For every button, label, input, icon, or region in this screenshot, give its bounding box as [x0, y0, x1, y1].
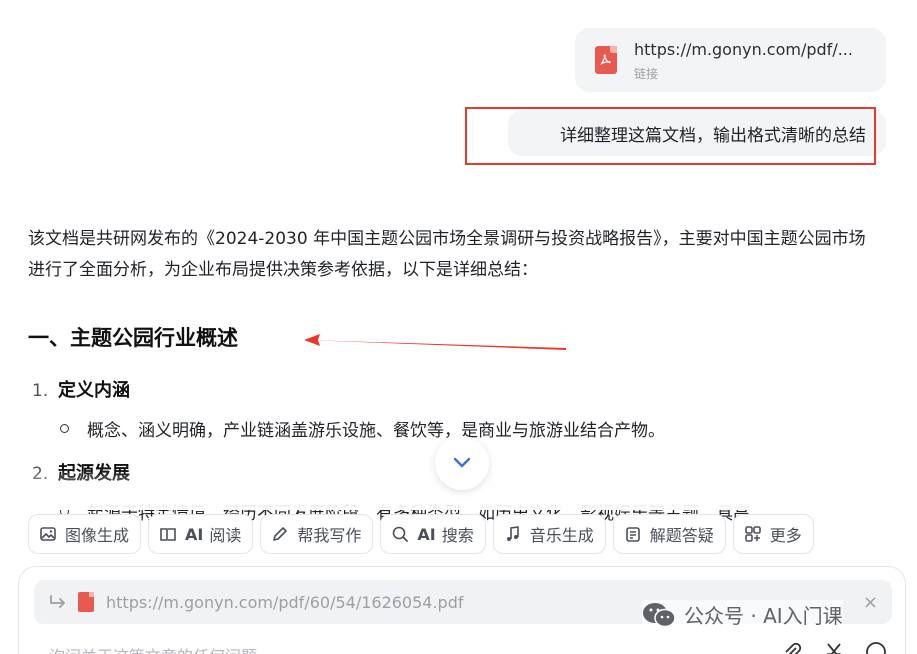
pen-icon [273, 527, 288, 541]
pdf-file-icon [78, 592, 94, 612]
watermark-text: 公众号 · AI入门课 [684, 604, 843, 628]
bullet-icon [60, 424, 69, 433]
music-gen-button[interactable]: 音乐生成 [492, 514, 606, 554]
image-gen-icon [40, 527, 56, 541]
bullet-text: 概念、涵义明确，产业链涵盖游乐设施、餐饮等，是商业与旅游业结合产物。 [87, 421, 665, 441]
list-item: 1. 定义内涵 [28, 376, 878, 402]
ai-read-icon [160, 528, 176, 541]
list-number: 1. [32, 381, 49, 401]
link-url: https://m.gonyn.com/pdf/... [634, 39, 853, 59]
red-highlight-box [465, 107, 876, 165]
pdf-file-icon [595, 46, 617, 74]
solve-icon [625, 527, 640, 542]
answer-intro: 该文档是共研网发布的《2024-2030 年中国主题公园市场全景调研与投资战略报… [28, 229, 866, 280]
writing-button[interactable]: 帮我写作 [260, 514, 374, 554]
list-item-title: 定义内涵 [58, 380, 130, 401]
quick-actions-toolbar: 图像生成 AI 阅读 帮我写作 AI 搜索 音乐生成 解题答疑 更多 [28, 514, 814, 554]
music-icon [506, 526, 519, 541]
ai-search-icon [393, 526, 409, 542]
link-subtitle: 链接 [634, 66, 659, 81]
more-icon [744, 526, 761, 542]
red-arrow-annotation [304, 334, 566, 350]
more-button[interactable]: 更多 [732, 514, 814, 554]
close-icon[interactable]: × [863, 592, 878, 613]
send-icon[interactable] [865, 641, 887, 654]
reply-arrow-icon [50, 595, 65, 608]
wechat-watermark: 公众号 · AI入门课 [642, 600, 843, 629]
ai-search-button[interactable]: AI 搜索 [380, 514, 486, 554]
image-gen-button[interactable]: 图像生成 [28, 514, 142, 554]
chevron-down-icon [453, 457, 471, 468]
composer-tools [781, 641, 887, 654]
attach-icon[interactable] [781, 641, 803, 654]
ai-read-button[interactable]: AI 阅读 [148, 514, 254, 554]
link-card[interactable]: https://m.gonyn.com/pdf/... 链接 [575, 28, 886, 92]
attachment-url: https://m.gonyn.com/pdf/60/54/1626054.pd… [106, 592, 464, 612]
wechat-icon [643, 602, 676, 627]
scroll-down-button[interactable] [435, 436, 489, 490]
scissors-icon[interactable] [823, 641, 845, 654]
solve-button[interactable]: 解题答疑 [612, 514, 726, 554]
message-input[interactable]: 询问关于这篇文章的任何问题 [49, 643, 257, 654]
